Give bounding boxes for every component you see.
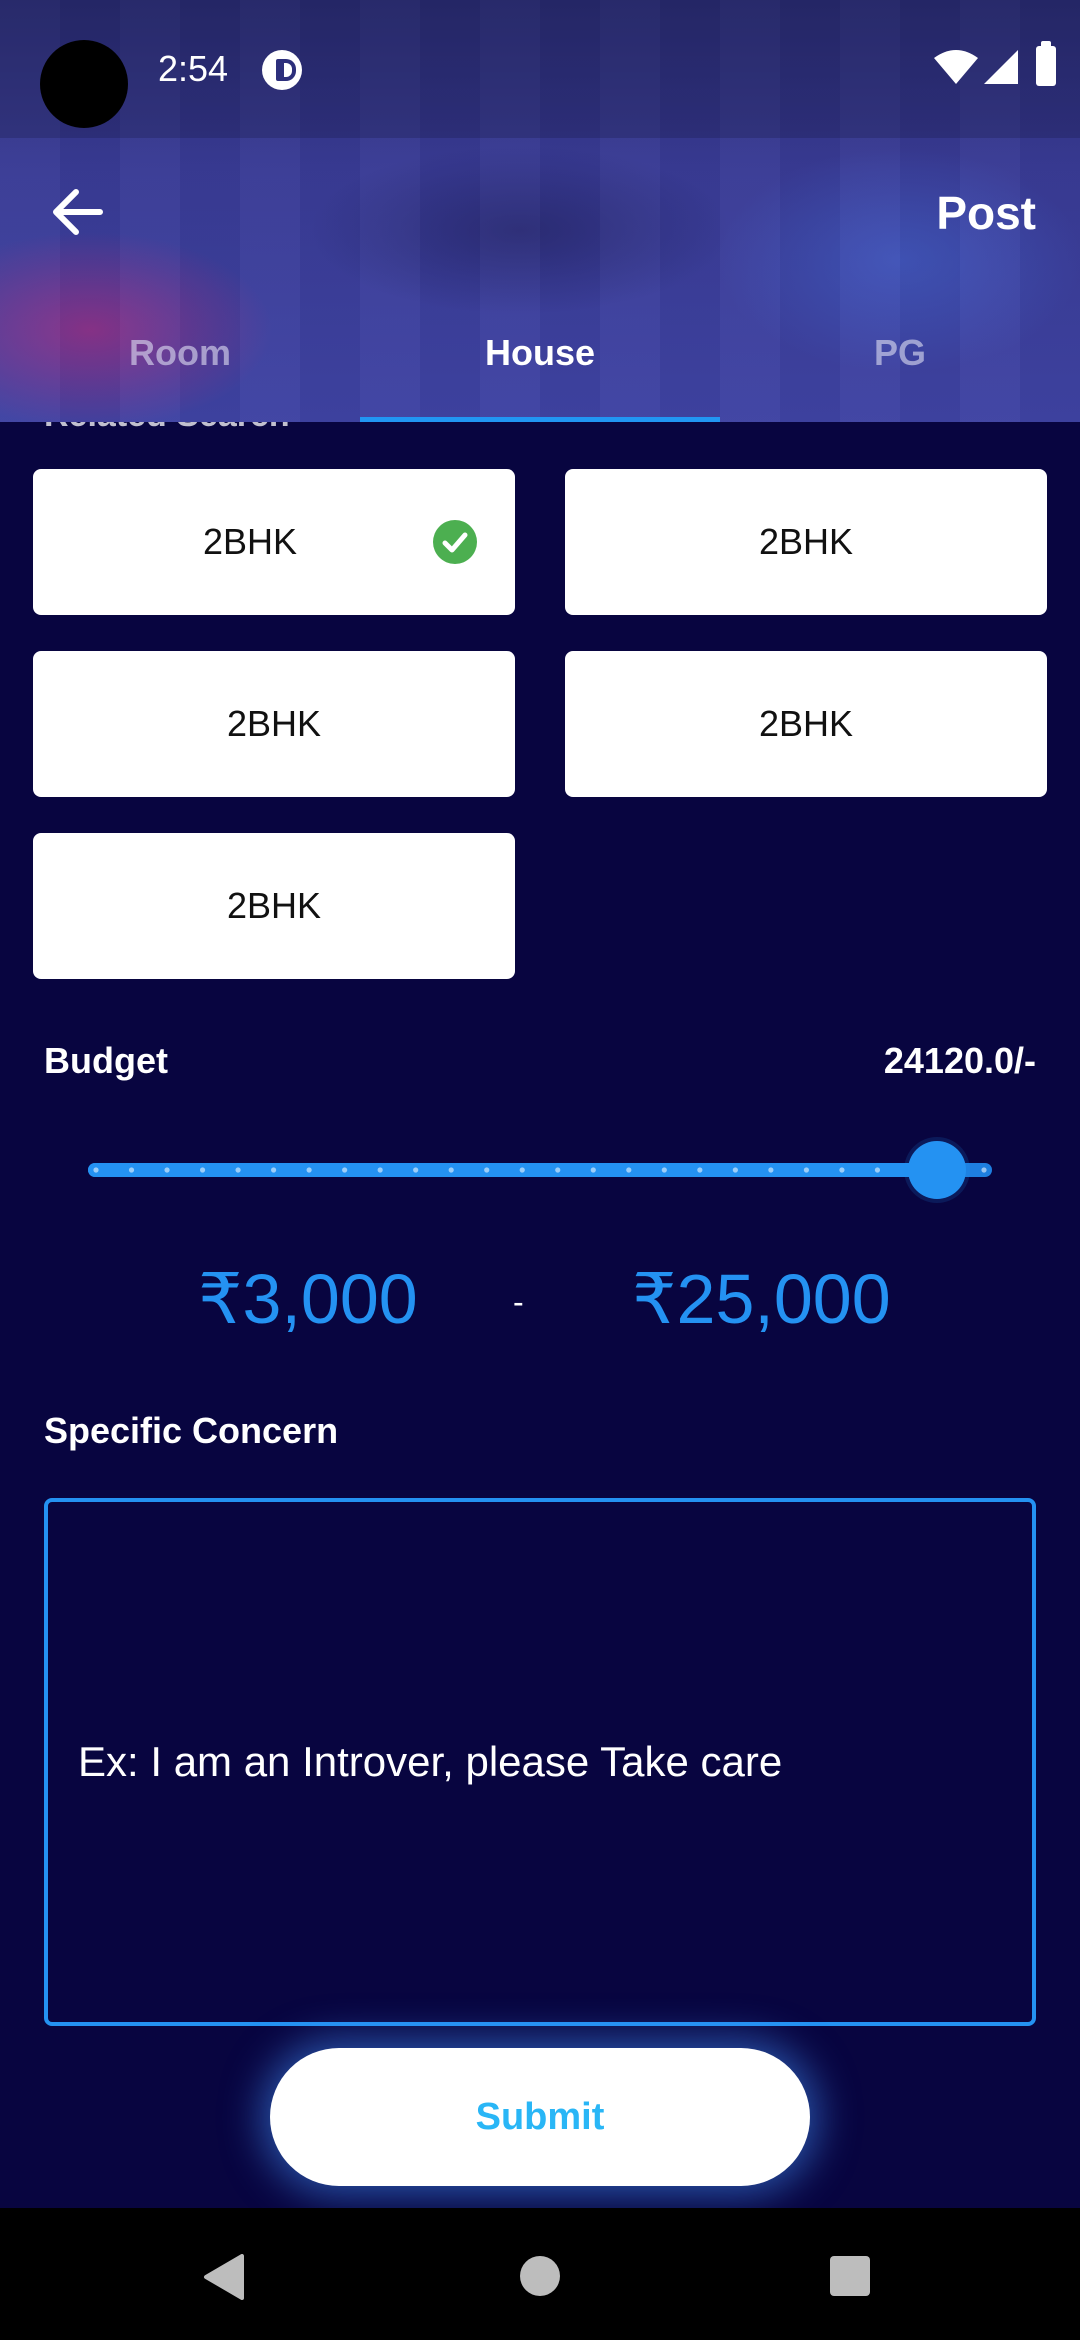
specific-concern-input[interactable]	[44, 1498, 1036, 2026]
budget-range-separator: -	[513, 1284, 524, 1320]
slider-tick	[590, 1167, 596, 1173]
slider-tick	[342, 1167, 348, 1173]
budget-max: ₹25,000	[632, 1260, 891, 1338]
slider-tick	[377, 1167, 383, 1173]
slider-tick	[413, 1167, 419, 1173]
option-card[interactable]: 2BHK	[33, 833, 515, 979]
option-card-selected[interactable]: 2BHK	[33, 469, 515, 615]
tab-bar: Room House PG	[0, 320, 1080, 422]
specific-concern-label: Specific Concern	[44, 1410, 339, 1451]
nav-recents-icon[interactable]	[830, 2256, 870, 2296]
option-card[interactable]: 2BHK	[565, 469, 1047, 615]
slider-ticks	[93, 1167, 987, 1173]
slider-tick	[732, 1167, 738, 1173]
slider-tick	[555, 1167, 561, 1173]
signal-icon	[984, 50, 1018, 84]
slider-tick	[128, 1167, 135, 1173]
option-label: 2BHK	[202, 521, 298, 562]
wifi-icon	[934, 50, 978, 84]
slider-tick	[271, 1167, 277, 1173]
tab-room[interactable]: Room	[0, 320, 360, 422]
budget-min: ₹3,000	[198, 1260, 418, 1338]
option-label: 2BHK	[758, 521, 854, 562]
option-label: 2BHK	[226, 703, 322, 744]
option-label: 2BHK	[758, 703, 854, 744]
slider-tick	[235, 1167, 241, 1173]
slider-tick	[448, 1167, 454, 1173]
arrow-left-icon[interactable]	[46, 180, 110, 244]
budget-slider[interactable]	[88, 1140, 992, 1200]
status-clock: 2:54	[158, 48, 229, 89]
slider-tick	[768, 1167, 774, 1173]
system-nav-bar	[0, 2208, 1080, 2340]
slider-tick	[697, 1167, 703, 1173]
slider-tick	[484, 1167, 490, 1173]
budget-value: 24120.0/-	[883, 1040, 1036, 1081]
post-button[interactable]: Post	[936, 186, 1036, 240]
slider-tick	[519, 1167, 525, 1173]
slider-tick	[661, 1167, 667, 1173]
slider-tick	[306, 1167, 312, 1173]
camera-cutout	[40, 40, 128, 128]
header: 2:54 Post Room House PG	[0, 0, 1080, 422]
slider-tick	[199, 1167, 206, 1173]
nav-home-icon[interactable]	[520, 2256, 560, 2296]
slider-tick	[93, 1167, 99, 1173]
status-bar: 2:54	[0, 0, 1080, 138]
tab-pg[interactable]: PG	[720, 320, 1080, 422]
submit-button[interactable]: Submit	[270, 2048, 810, 2186]
slider-tick	[626, 1167, 632, 1173]
battery-icon	[1036, 41, 1056, 86]
check-circle-icon	[433, 520, 477, 564]
option-card[interactable]: 2BHK	[33, 651, 515, 797]
option-label: 2BHK	[226, 885, 322, 926]
slider-tick	[874, 1167, 881, 1173]
budget-label: Budget	[44, 1040, 168, 1081]
slider-tick	[839, 1167, 845, 1173]
slider-tick	[164, 1167, 170, 1173]
slider-tick	[803, 1167, 810, 1173]
slider-tick	[981, 1167, 987, 1173]
option-card[interactable]: 2BHK	[565, 651, 1047, 797]
tab-house[interactable]: House	[360, 320, 720, 422]
sync-icon	[262, 50, 302, 90]
nav-back-icon[interactable]	[202, 2254, 246, 2300]
